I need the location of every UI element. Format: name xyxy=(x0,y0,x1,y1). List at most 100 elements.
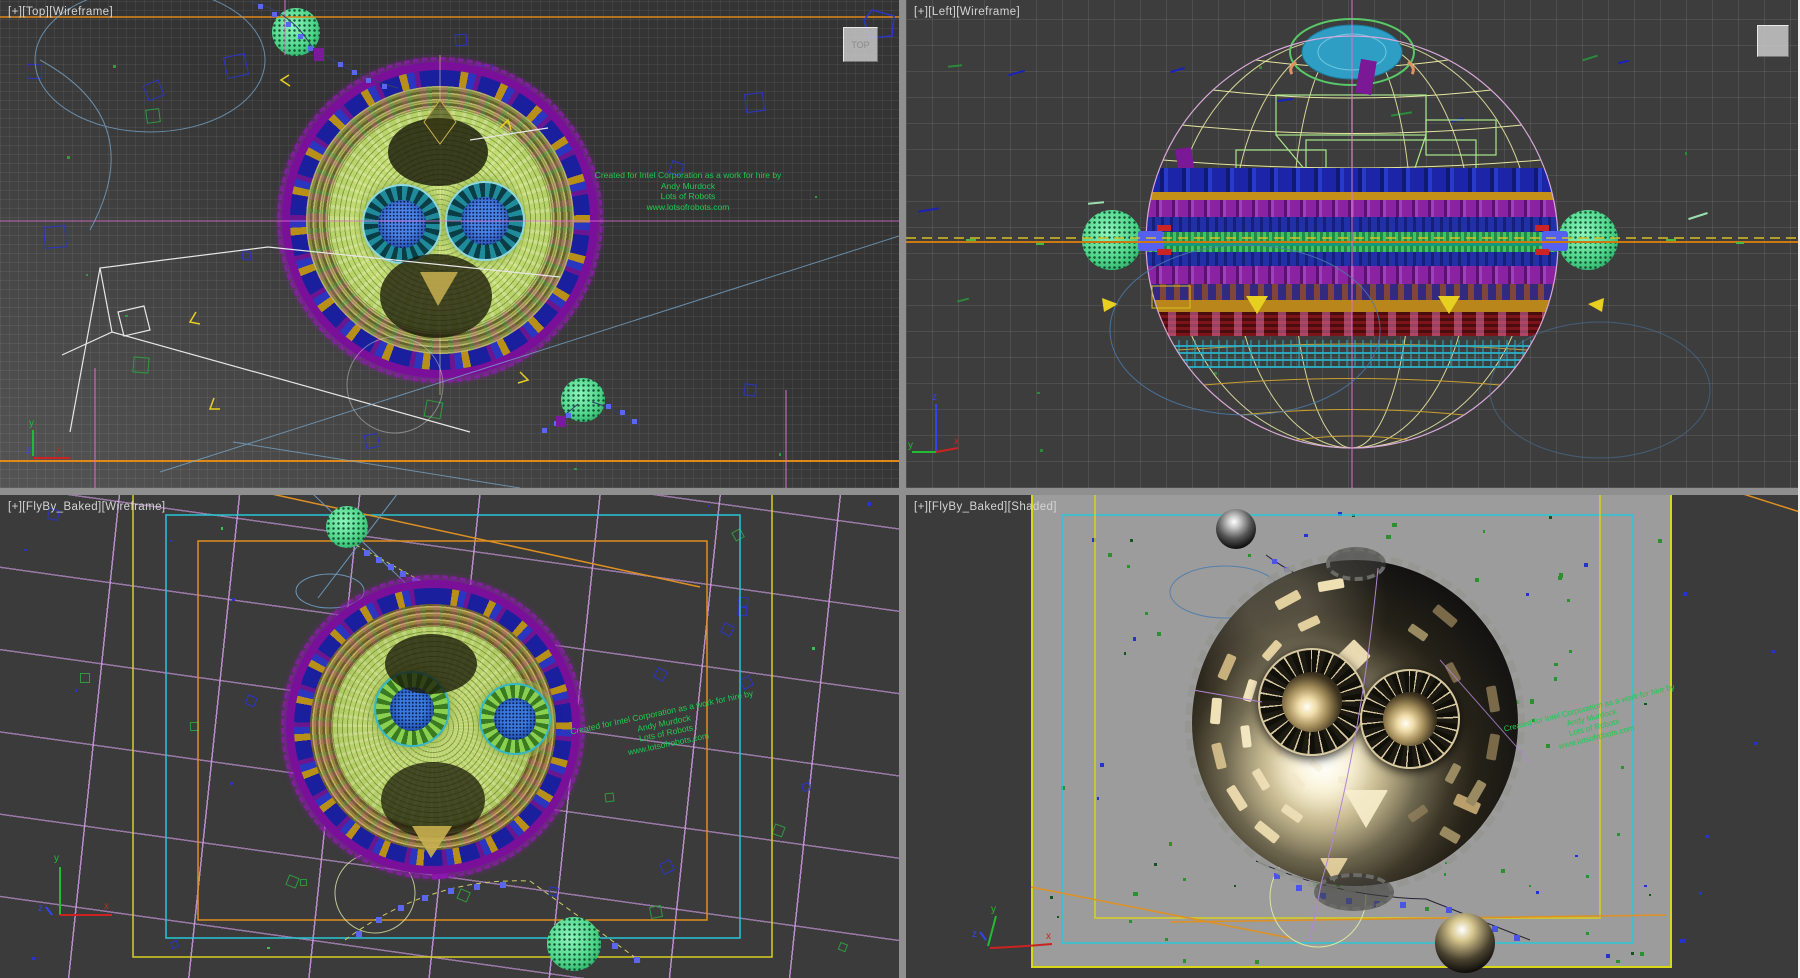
shaded-left-eye-gear xyxy=(1258,648,1366,756)
svg-text:z: z xyxy=(932,392,937,403)
equator-machinery xyxy=(1146,36,1558,448)
star xyxy=(86,274,88,276)
star xyxy=(145,108,160,123)
viewport-top-label[interactable]: [+][Top][Wireframe] xyxy=(8,6,113,18)
max-viewport-canvas: [+][Top][Wireframe] TOP xyxy=(0,0,1800,978)
svg-text:y: y xyxy=(991,904,996,915)
star-streak xyxy=(918,207,939,212)
green-sphere[interactable] xyxy=(326,506,368,548)
small-shaded-sphere[interactable] xyxy=(1435,913,1495,973)
star xyxy=(80,673,90,683)
green-sphere[interactable] xyxy=(547,917,601,971)
star xyxy=(744,92,766,114)
star xyxy=(113,65,116,68)
star xyxy=(286,874,300,888)
svg-text:y: y xyxy=(54,853,59,864)
hull-bottom-gear-cluster xyxy=(1314,873,1394,911)
star xyxy=(456,889,471,904)
star xyxy=(1699,892,1702,895)
star xyxy=(1680,939,1684,943)
star xyxy=(44,225,67,248)
axis-tripod-left: z y x xyxy=(908,392,959,452)
star xyxy=(424,400,444,420)
star-streak xyxy=(1618,59,1629,63)
star xyxy=(221,527,224,530)
star xyxy=(1754,742,1757,745)
green-sphere[interactable] xyxy=(1558,210,1618,270)
axis-tripod-top: y x z xyxy=(26,418,70,458)
svg-text:x: x xyxy=(954,436,959,447)
viewport-flyby-shaded[interactable]: [+][FlyBy_Baked][Shaded] xyxy=(906,495,1800,978)
viewport-left[interactable]: [+][Left][Wireframe] xyxy=(906,0,1800,488)
star xyxy=(659,859,675,875)
star xyxy=(455,33,468,46)
star xyxy=(190,722,199,731)
star xyxy=(143,80,165,102)
star xyxy=(232,598,235,601)
owl-sphere-flyby-view[interactable] xyxy=(286,580,580,874)
star xyxy=(245,695,259,709)
star xyxy=(1685,152,1687,154)
star xyxy=(32,957,35,960)
viewport-top[interactable]: [+][Top][Wireframe] TOP xyxy=(0,0,899,488)
star xyxy=(779,453,782,456)
star xyxy=(649,905,663,919)
star xyxy=(802,782,812,792)
svg-text:x: x xyxy=(104,901,109,912)
shaded-owl-sphere[interactable] xyxy=(1192,560,1518,886)
svg-text:x: x xyxy=(56,445,61,456)
star xyxy=(75,689,77,691)
star xyxy=(812,647,815,650)
green-sphere[interactable] xyxy=(1082,210,1142,270)
star xyxy=(24,549,26,551)
star-streak xyxy=(957,298,970,303)
star xyxy=(838,942,848,952)
owl-left-pupil xyxy=(390,687,434,731)
owl-right-pupil xyxy=(494,698,536,740)
star-streak xyxy=(1088,201,1104,205)
svg-text:y: y xyxy=(29,418,34,429)
green-sphere[interactable] xyxy=(272,8,320,56)
shaded-right-eye-gear xyxy=(1360,669,1460,769)
owl-right-pupil xyxy=(461,197,509,245)
star xyxy=(867,502,870,505)
star xyxy=(1683,592,1687,596)
star xyxy=(133,357,150,374)
star xyxy=(737,597,748,608)
owl-sphere-top-view[interactable] xyxy=(282,62,598,378)
owl-right-eye xyxy=(479,683,551,755)
star xyxy=(1040,449,1043,452)
star xyxy=(170,540,172,542)
small-shaded-sphere[interactable] xyxy=(1216,509,1256,549)
star xyxy=(363,433,380,450)
star xyxy=(1705,835,1709,839)
star xyxy=(267,947,269,949)
star xyxy=(125,315,127,317)
star xyxy=(223,53,249,79)
green-sphere[interactable] xyxy=(561,378,605,422)
viewport-left-label[interactable]: [+][Left][Wireframe] xyxy=(914,6,1020,18)
star-streak xyxy=(1688,212,1708,220)
star xyxy=(653,667,668,682)
hull-top-gear-cluster xyxy=(1326,547,1386,581)
star xyxy=(1772,650,1775,653)
star xyxy=(720,622,734,636)
viewport-flyby-shaded-label[interactable]: [+][FlyBy_Baked][Shaded] xyxy=(914,501,1057,513)
viewcube-left[interactable] xyxy=(1757,25,1789,57)
star xyxy=(1037,392,1039,394)
viewcube-top[interactable]: TOP xyxy=(843,27,878,62)
shaded-left-eye-ball xyxy=(1282,672,1342,732)
svg-text:z: z xyxy=(26,445,31,456)
viewcube-top-face-label: TOP xyxy=(851,40,869,50)
owl-left-eye xyxy=(362,184,442,264)
star xyxy=(67,156,69,158)
star xyxy=(170,940,179,949)
star xyxy=(731,528,744,541)
star-streak xyxy=(1582,55,1598,62)
star xyxy=(27,64,42,79)
viewport-flyby-wireframe-label[interactable]: [+][FlyBy_Baked][Wireframe] xyxy=(8,501,165,513)
owl-right-eye xyxy=(445,181,525,261)
svg-text:z: z xyxy=(972,929,977,940)
viewport-flyby-wireframe[interactable]: [+][FlyBy_Baked][Wireframe] xyxy=(0,495,899,978)
star xyxy=(574,468,576,470)
